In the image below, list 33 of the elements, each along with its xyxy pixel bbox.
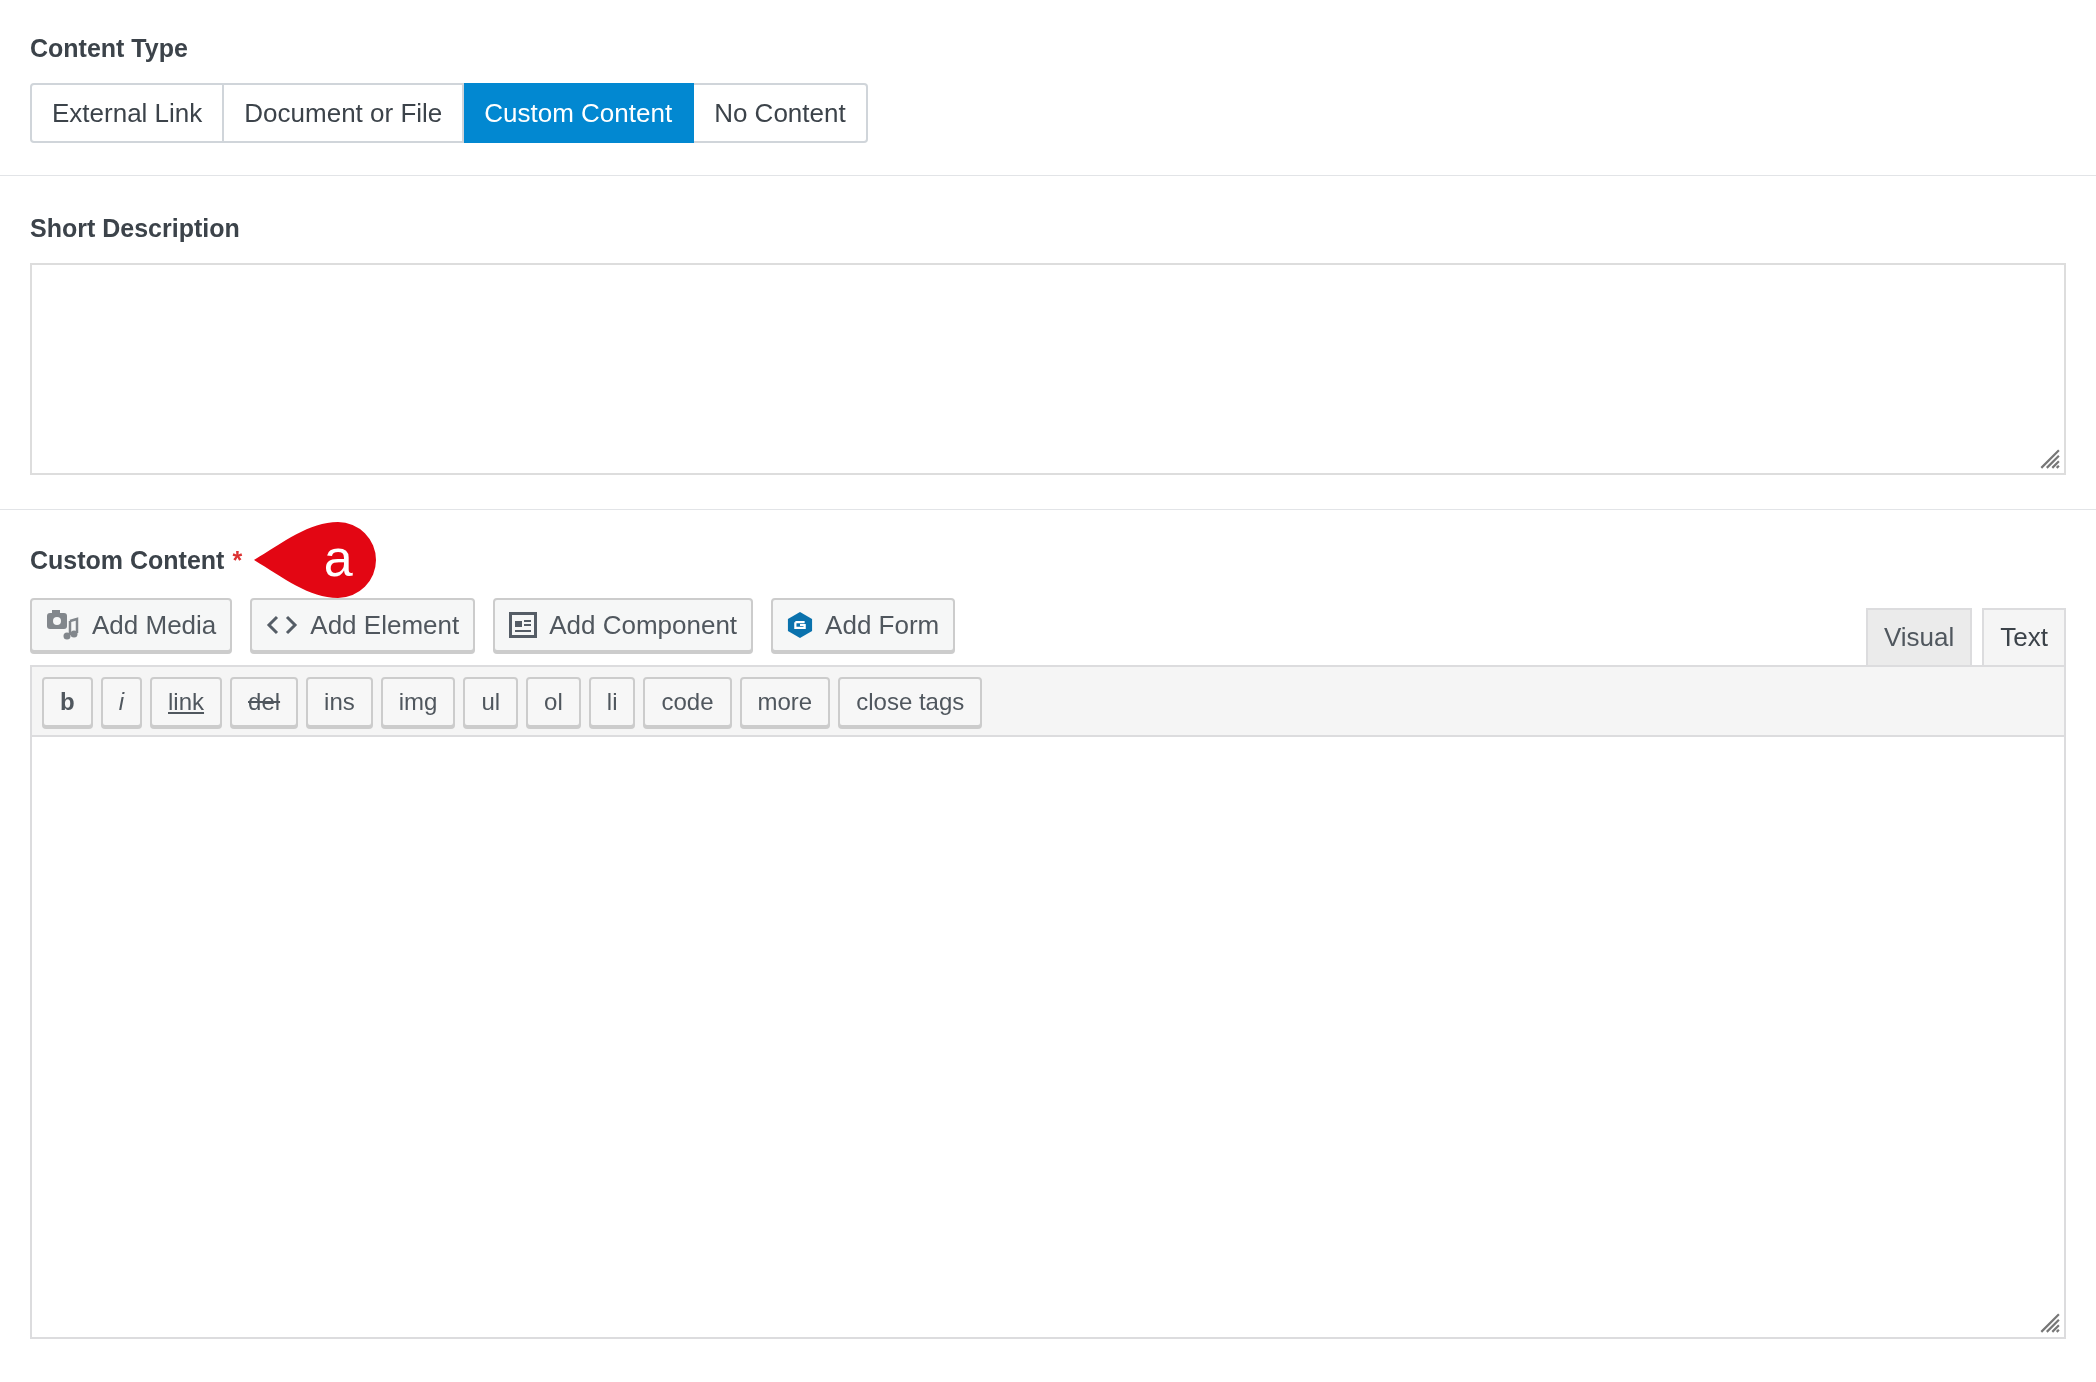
quicktag-button[interactable]: link bbox=[150, 677, 223, 727]
media-button[interactable]: Add Media bbox=[30, 598, 233, 652]
quicktag-button[interactable]: i bbox=[100, 677, 142, 727]
quicktag-button[interactable]: b bbox=[42, 677, 93, 727]
quicktag-button[interactable]: ins bbox=[306, 677, 373, 727]
quicktag-button[interactable]: img bbox=[380, 677, 456, 727]
quicktag-button[interactable]: del bbox=[230, 677, 299, 727]
resize-handle-icon[interactable] bbox=[2038, 1311, 2060, 1333]
code-icon bbox=[266, 614, 299, 636]
section-label: Content Type bbox=[30, 34, 189, 63]
section-label: Short Description bbox=[30, 214, 241, 243]
hexagon-icon bbox=[787, 611, 814, 639]
quicktag-button[interactable]: ul bbox=[463, 677, 519, 727]
editor-tab[interactable]: Visual bbox=[1865, 608, 1973, 665]
content-type-option[interactable]: External Link bbox=[30, 83, 225, 143]
resize-handle-icon[interactable] bbox=[2038, 447, 2060, 469]
callout-marker: a bbox=[254, 520, 379, 600]
content-type-option[interactable]: No Content bbox=[694, 83, 868, 143]
quicktag-button[interactable]: close tags bbox=[838, 677, 983, 727]
content-type-option[interactable]: Document or File bbox=[224, 83, 465, 143]
quicktag-button[interactable]: ol bbox=[526, 677, 581, 727]
editor-tab[interactable]: Text bbox=[1982, 608, 2066, 665]
media-button[interactable]: Add Component bbox=[493, 598, 754, 652]
quicktag-button[interactable]: li bbox=[588, 677, 636, 727]
quicktag-button[interactable]: code bbox=[643, 677, 732, 727]
media-icon bbox=[46, 609, 80, 641]
content-type-option[interactable]: Custom Content bbox=[464, 83, 695, 143]
quicktag-button[interactable]: more bbox=[739, 677, 831, 727]
media-button[interactable]: Add Form bbox=[771, 598, 956, 652]
required-mark: * bbox=[232, 545, 243, 575]
section-label: Custom Content bbox=[30, 545, 225, 575]
media-button[interactable]: Add Element bbox=[250, 598, 476, 652]
layout-icon bbox=[509, 612, 538, 638]
